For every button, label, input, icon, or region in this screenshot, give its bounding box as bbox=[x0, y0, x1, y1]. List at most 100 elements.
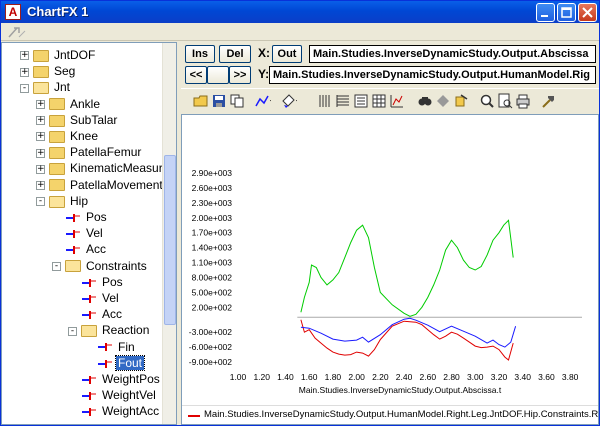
expand-icon[interactable]: + bbox=[36, 164, 45, 174]
collapse-icon[interactable]: - bbox=[52, 261, 61, 271]
3d-icon[interactable] bbox=[417, 93, 433, 109]
tree-item-label: Jnt bbox=[54, 80, 71, 95]
tree-item-label: SubTalar bbox=[70, 112, 118, 127]
copy-icon[interactable] bbox=[229, 93, 245, 109]
maximize-button[interactable] bbox=[557, 3, 576, 22]
tree-item[interactable]: + Ankle bbox=[36, 96, 102, 112]
tree-item[interactable]: WeightPos bbox=[68, 371, 162, 387]
x-path-field[interactable]: Main.Studies.InverseDynamicStudy.Output.… bbox=[309, 45, 596, 63]
tree-item[interactable]: WeightAcc bbox=[68, 403, 161, 419]
expand-icon[interactable]: + bbox=[20, 51, 29, 61]
tree-scrollbar[interactable] bbox=[162, 43, 176, 424]
expand-icon[interactable]: + bbox=[20, 67, 29, 77]
tree-item[interactable]: - Constraints bbox=[52, 258, 149, 274]
line-chart[interactable]: 2.90e+003 2.60e+003 2.30e+003 2.00e+003 1.70… bbox=[182, 115, 598, 405]
ins-button[interactable]: Ins bbox=[185, 45, 215, 63]
tree-item[interactable]: - Hip bbox=[36, 193, 90, 209]
x-axis-title: Main.Studies.InverseDynamicStudy.Output.… bbox=[299, 385, 502, 395]
out-button[interactable]: Out bbox=[272, 45, 302, 63]
tree-item[interactable]: Pos bbox=[68, 274, 125, 290]
y-tick-label: 2.00e+002 bbox=[192, 302, 233, 312]
y-tick-label: 1.10e+003 bbox=[192, 258, 233, 268]
legend-entry: Main.Studies.InverseDynamicStudy.Output.… bbox=[204, 409, 598, 420]
del-button[interactable]: Del bbox=[219, 45, 251, 63]
minimize-button[interactable] bbox=[536, 3, 555, 22]
disabled-tool-icon[interactable] bbox=[7, 25, 27, 39]
data-grid-icon[interactable] bbox=[371, 93, 387, 109]
pick-icon[interactable] bbox=[453, 93, 469, 109]
tree-item-label: Acc bbox=[102, 307, 123, 322]
window-title: ChartFX 1 bbox=[27, 4, 89, 19]
tree-item[interactable]: + PatellaFemur bbox=[36, 144, 143, 160]
expand-icon[interactable]: + bbox=[36, 148, 45, 158]
legend-swatch bbox=[188, 415, 200, 417]
horizontal-grid-icon[interactable] bbox=[335, 93, 351, 109]
y-tick-label: 8.00e+002 bbox=[192, 272, 233, 282]
tree-item[interactable]: + Seg bbox=[20, 63, 77, 79]
tree-item[interactable]: Fin bbox=[84, 339, 137, 355]
line-chart-icon[interactable] bbox=[255, 93, 271, 109]
collapse-icon[interactable]: - bbox=[36, 197, 45, 207]
palette-icon[interactable] bbox=[281, 93, 297, 109]
x-tick-label: 1.60 bbox=[301, 372, 318, 382]
joint-icon bbox=[81, 374, 97, 386]
x-tick-label: 1.80 bbox=[325, 372, 342, 382]
print-icon[interactable] bbox=[515, 93, 531, 109]
blank-button[interactable] bbox=[207, 66, 229, 84]
tools-icon[interactable] bbox=[541, 93, 557, 109]
tree-item[interactable]: Acc bbox=[68, 306, 124, 322]
y-tick-label: 2.90e+003 bbox=[192, 168, 233, 178]
chart-legend[interactable]: Main.Studies.InverseDynamicStudy.Output.… bbox=[182, 405, 598, 424]
expand-icon[interactable]: + bbox=[36, 116, 45, 126]
save-icon[interactable] bbox=[211, 93, 227, 109]
collapse-icon[interactable]: - bbox=[20, 83, 29, 93]
collapse-icon[interactable]: - bbox=[68, 326, 77, 336]
folder-icon bbox=[49, 147, 65, 160]
folder-open-icon bbox=[81, 325, 97, 338]
tree-item[interactable]: Vel bbox=[52, 225, 105, 241]
legend-icon[interactable] bbox=[353, 93, 369, 109]
title-bar[interactable]: A ChartFX 1 bbox=[1, 1, 599, 23]
tree-item[interactable]: Pos bbox=[52, 209, 109, 225]
joint-icon bbox=[97, 358, 113, 370]
tree-item[interactable]: + SubTalar bbox=[36, 112, 119, 128]
next-button[interactable]: >> bbox=[229, 66, 251, 84]
x-tick-label: 2.40 bbox=[396, 372, 413, 382]
prev-button[interactable]: << bbox=[185, 66, 207, 84]
vertical-grid-icon[interactable] bbox=[317, 93, 333, 109]
expand-icon[interactable]: + bbox=[36, 99, 45, 109]
tree-item[interactable]: Acc bbox=[52, 241, 108, 257]
tree-item[interactable]: Vel bbox=[68, 290, 121, 306]
tree-item[interactable]: - Reaction bbox=[68, 322, 151, 338]
properties-icon[interactable] bbox=[389, 93, 405, 109]
tree-item-label: Vel bbox=[86, 226, 103, 241]
tree-item[interactable]: - Jnt bbox=[20, 79, 72, 95]
x-tick-label: 3.80 bbox=[562, 372, 579, 382]
y-path-field[interactable]: Main.Studies.InverseDynamicStudy.Output.… bbox=[269, 66, 596, 84]
tree-item-label: PatellaFemur bbox=[70, 145, 142, 160]
tree-item[interactable]: Fout bbox=[84, 354, 146, 371]
y-axis-label: Y: bbox=[258, 67, 270, 81]
rotate-icon[interactable] bbox=[435, 93, 451, 109]
expand-icon[interactable]: + bbox=[36, 180, 45, 190]
print-preview-icon[interactable] bbox=[497, 93, 513, 109]
joint-icon bbox=[97, 341, 113, 353]
tree-item[interactable]: WeightVel bbox=[68, 387, 158, 403]
folder-icon bbox=[49, 179, 65, 192]
joint-icon bbox=[81, 406, 97, 418]
zoom-icon[interactable] bbox=[479, 93, 495, 109]
open-icon[interactable] bbox=[193, 93, 209, 109]
x-tick-label: 3.00 bbox=[467, 372, 484, 382]
tree-item-label: WeightAcc bbox=[102, 404, 160, 419]
tree-item[interactable]: + Knee bbox=[36, 128, 100, 144]
tree-item[interactable]: + KinematicMeasures bbox=[36, 160, 176, 176]
close-button[interactable] bbox=[578, 3, 597, 22]
y-tick-label: 2.60e+003 bbox=[192, 183, 233, 193]
tree-item[interactable]: + PatellaMovement bbox=[36, 177, 165, 193]
y-tick-label: 2.30e+003 bbox=[192, 198, 233, 208]
tree-scrollbar-thumb[interactable] bbox=[164, 155, 176, 325]
chart-area[interactable]: 2.90e+003 2.60e+003 2.30e+003 2.00e+003 1.70… bbox=[181, 114, 599, 425]
model-tree[interactable]: + JntDOF + Seg - Jnt + Ankle + SubTalar + Knee + Pate… bbox=[1, 42, 177, 425]
tree-item[interactable]: + JntDOF bbox=[20, 47, 97, 63]
expand-icon[interactable]: + bbox=[36, 132, 45, 142]
